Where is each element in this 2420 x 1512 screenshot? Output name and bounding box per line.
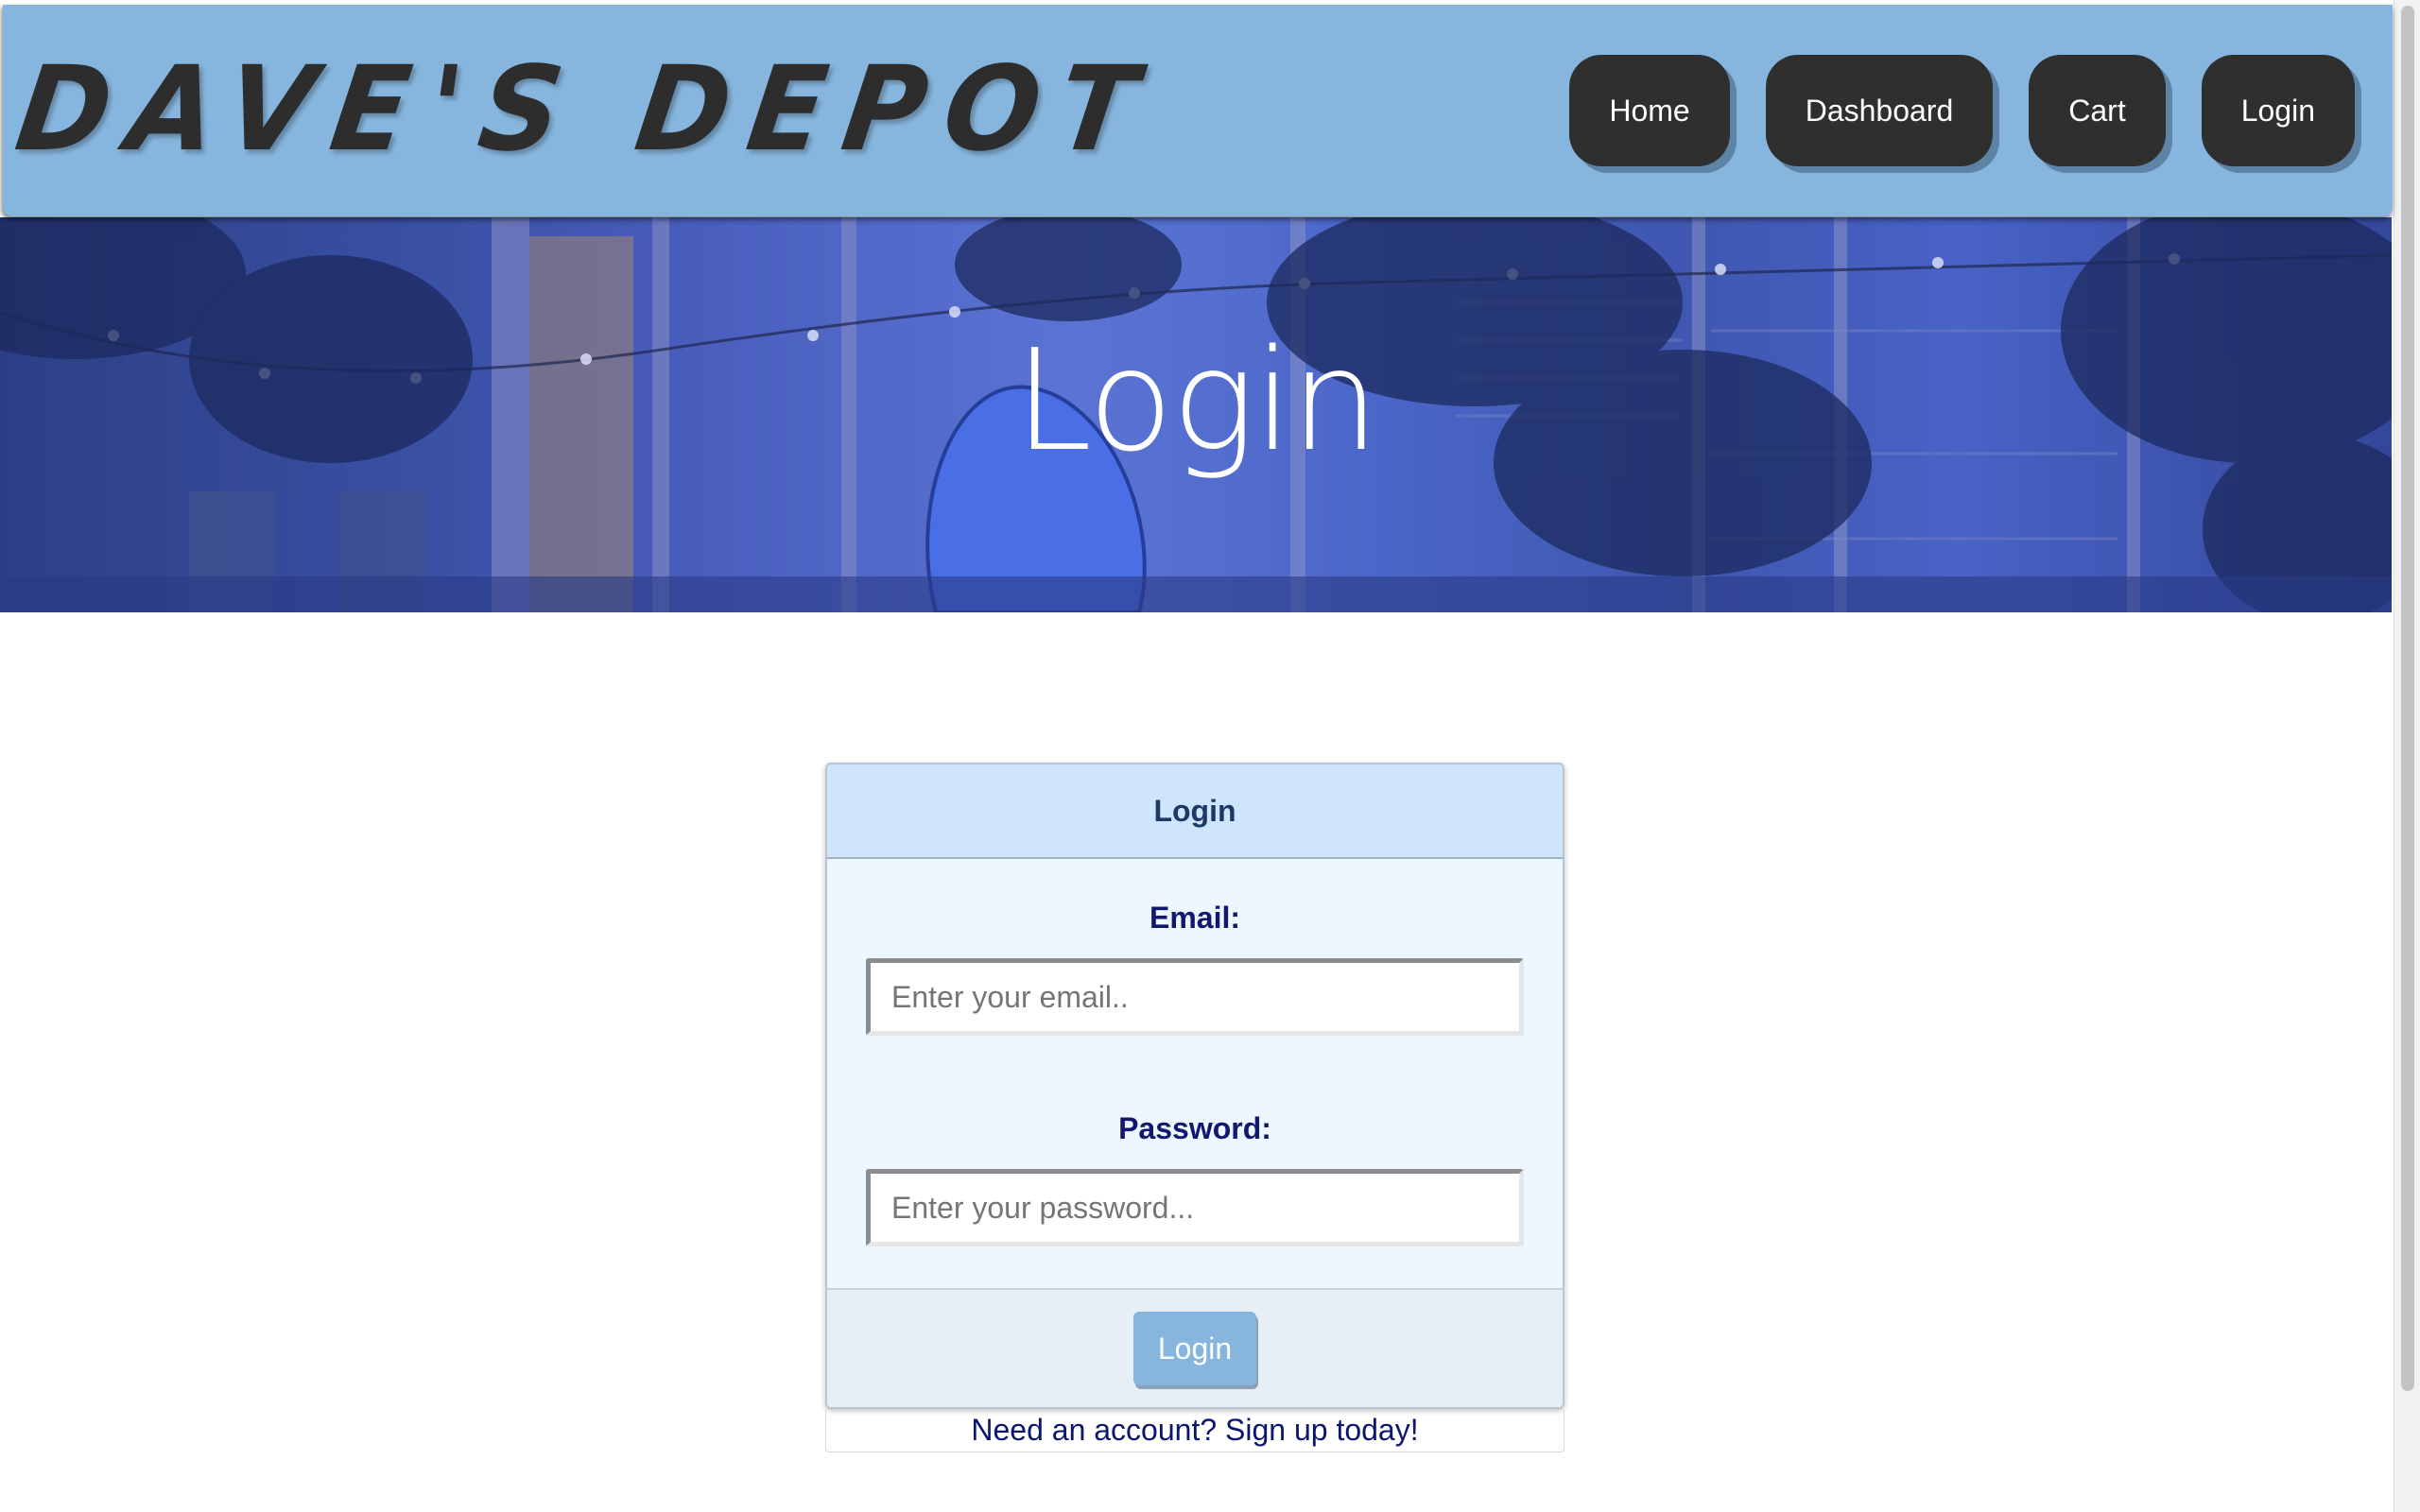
main-nav: Home Dashboard Cart Login bbox=[1569, 55, 2355, 166]
login-card-title: Login bbox=[827, 765, 1563, 859]
login-card: Login Email: Password: Login bbox=[825, 763, 1564, 1409]
login-card-footer: Login bbox=[827, 1288, 1563, 1407]
nav-dashboard-button[interactable]: Dashboard bbox=[1765, 55, 1994, 166]
hero-banner: Login bbox=[0, 217, 2392, 612]
password-field[interactable] bbox=[866, 1169, 1524, 1246]
navbar: DAVE'S DEPOT Home Dashboard Cart Login bbox=[3, 5, 2393, 216]
nav-home-button[interactable]: Home bbox=[1569, 55, 1730, 166]
vertical-scrollbar[interactable] bbox=[2394, 0, 2420, 1512]
email-field[interactable] bbox=[866, 958, 1524, 1036]
signup-link[interactable]: Need an account? Sign up today! bbox=[825, 1409, 1564, 1452]
email-label: Email: bbox=[1149, 901, 1241, 935]
brand-logo[interactable]: DAVE'S DEPOT bbox=[9, 41, 1164, 178]
login-submit-button[interactable]: Login bbox=[1133, 1312, 1256, 1385]
nav-cart-button[interactable]: Cart bbox=[2029, 55, 2166, 166]
scrollbar-thumb[interactable] bbox=[2401, 6, 2414, 1391]
hero-title: Login bbox=[1013, 319, 1379, 482]
password-label: Password: bbox=[1118, 1111, 1271, 1145]
nav-login-button[interactable]: Login bbox=[2201, 55, 2355, 166]
